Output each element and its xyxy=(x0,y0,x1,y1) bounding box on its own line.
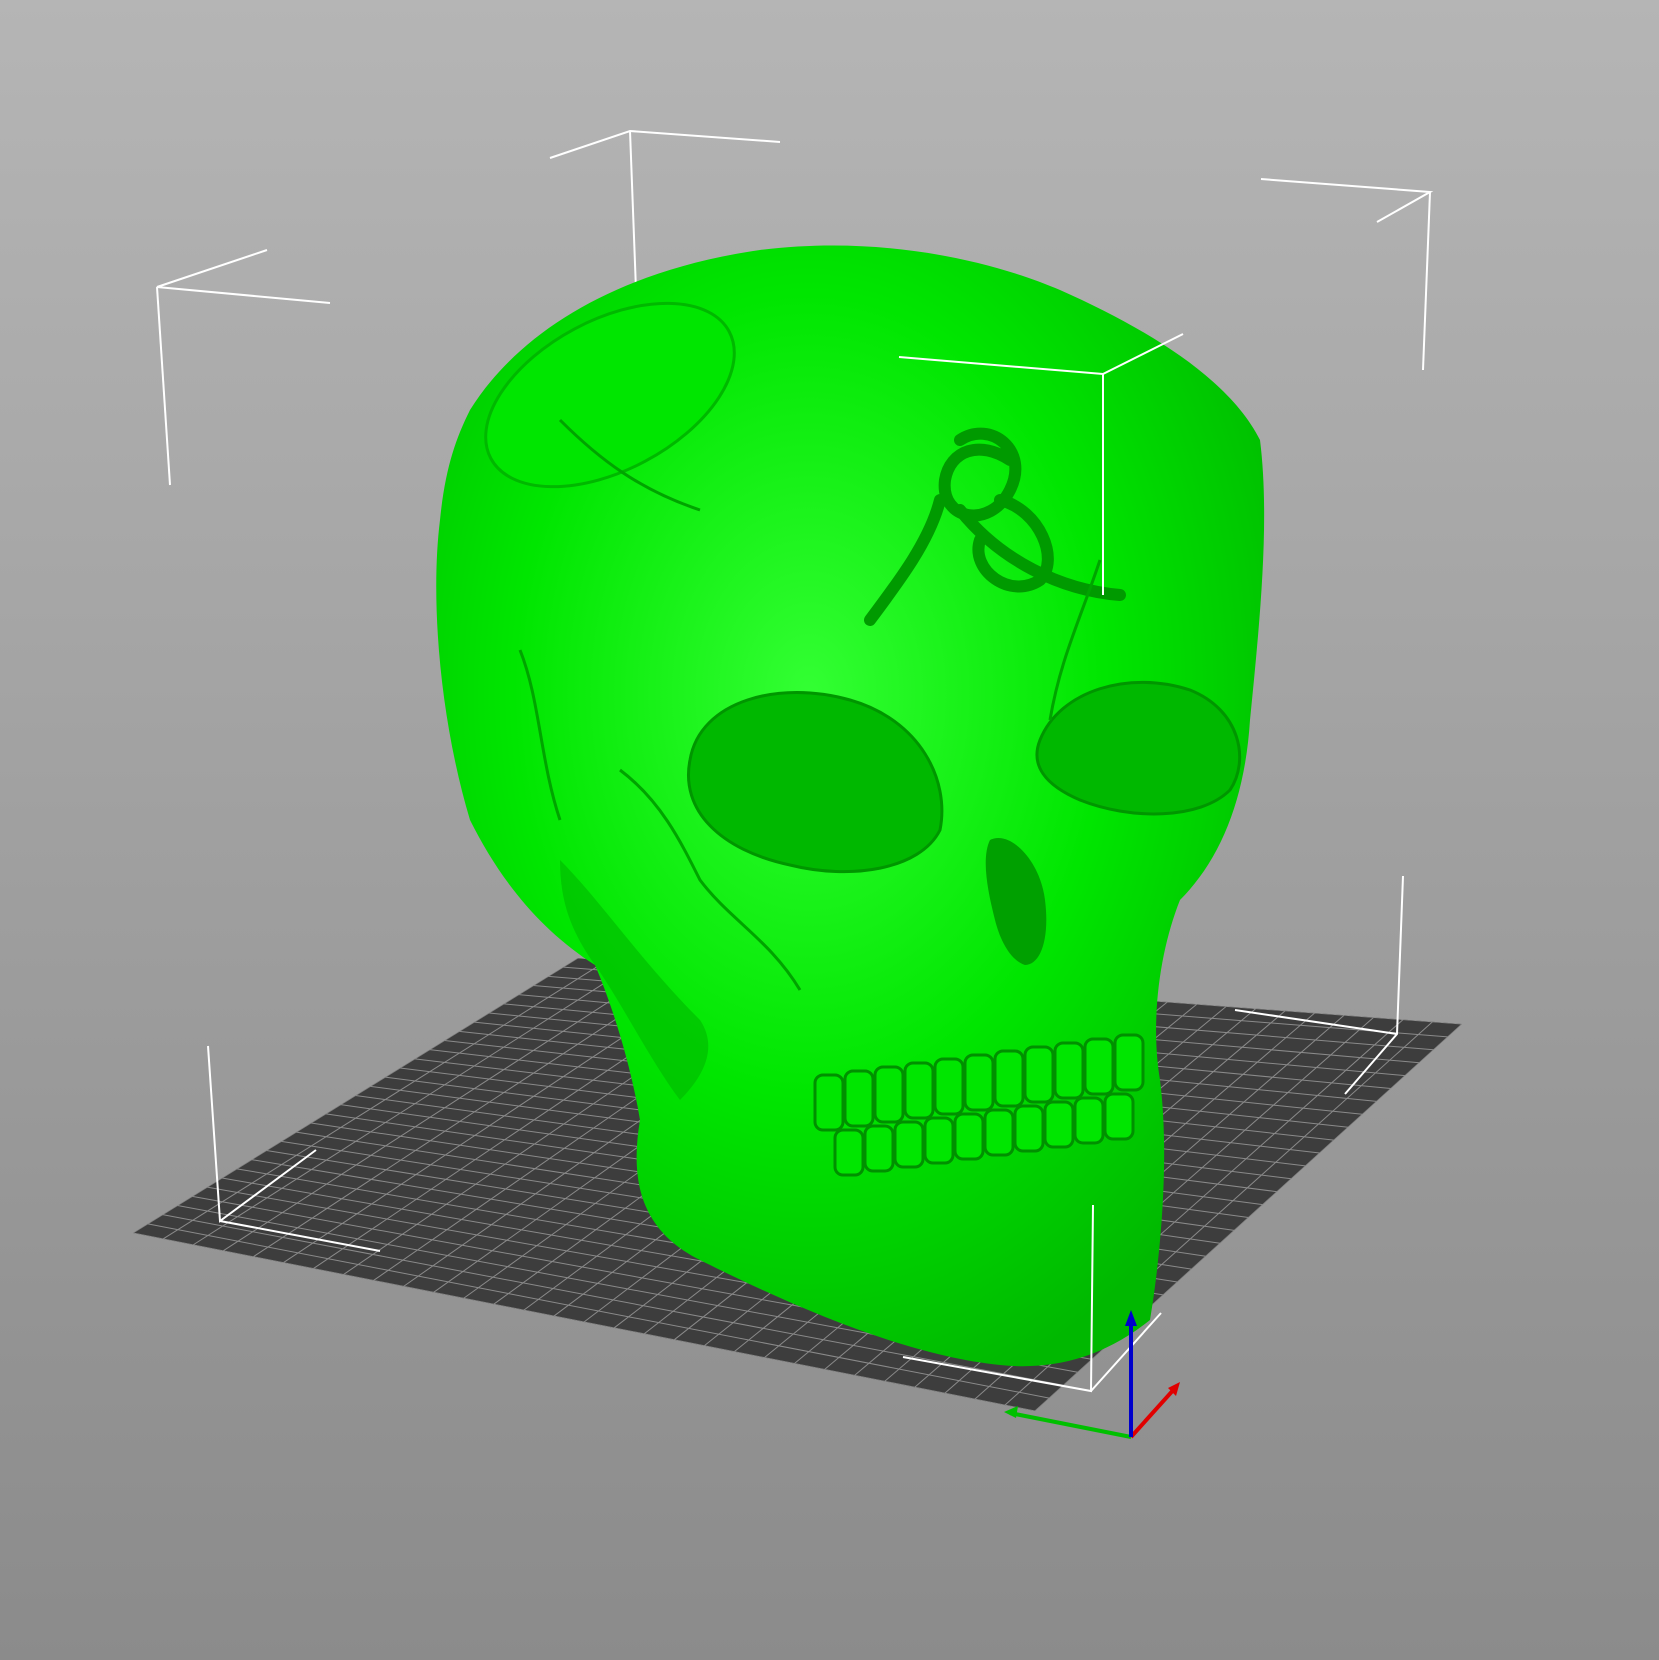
bounding-box-corner xyxy=(629,130,637,291)
tooth xyxy=(813,1073,845,1132)
tooth xyxy=(843,1069,875,1128)
bounding-box-corner xyxy=(156,249,331,304)
bounding-box-corner xyxy=(1260,178,1434,223)
tooth xyxy=(983,1108,1015,1157)
tooth xyxy=(873,1065,905,1124)
tooth xyxy=(993,1049,1025,1108)
tooth xyxy=(1043,1100,1075,1149)
scene-canvas[interactable] xyxy=(0,0,1659,1660)
tooth xyxy=(833,1128,865,1177)
x-axis xyxy=(1129,1385,1178,1439)
tooth xyxy=(1053,1041,1085,1100)
tooth xyxy=(953,1112,985,1161)
tooth xyxy=(1113,1033,1145,1092)
tooth xyxy=(1023,1045,1055,1104)
tooth xyxy=(923,1116,955,1165)
tooth xyxy=(1103,1092,1135,1141)
tooth xyxy=(893,1120,925,1169)
3d-viewport[interactable] xyxy=(0,0,1659,1660)
tooth xyxy=(1083,1037,1115,1096)
tooth xyxy=(1073,1096,1105,1145)
y-axis-arrowhead xyxy=(1004,1406,1018,1418)
tooth xyxy=(903,1061,935,1120)
y-axis xyxy=(1009,1411,1132,1439)
tooth xyxy=(963,1053,995,1112)
tooth xyxy=(1013,1104,1045,1153)
tooth xyxy=(863,1124,895,1173)
bounding-box-corner xyxy=(156,286,171,486)
bounding-box-corner xyxy=(549,129,781,159)
bounding-box-corner xyxy=(1422,191,1431,371)
tooth xyxy=(933,1057,965,1116)
